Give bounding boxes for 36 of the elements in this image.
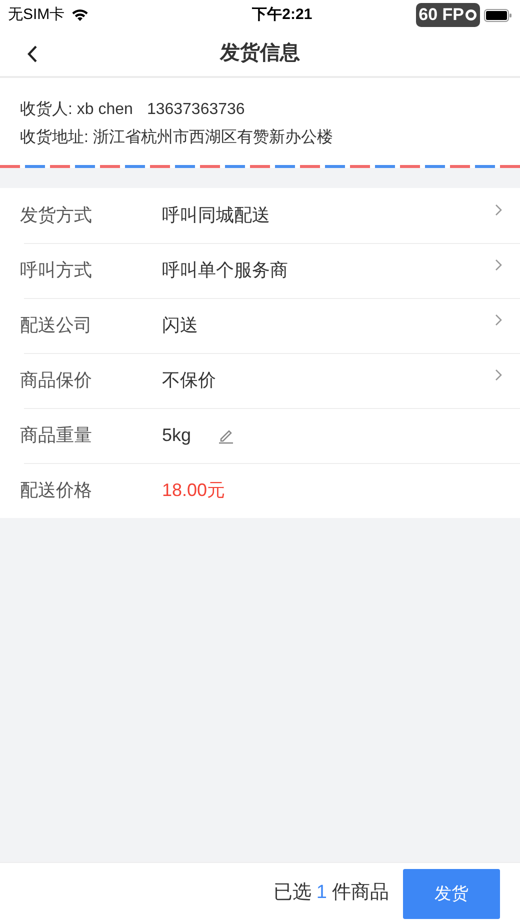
carrier-text: 无SIM卡	[8, 4, 65, 25]
camera-icon	[465, 9, 477, 21]
recipient-name: 收货人: xb chen	[20, 100, 133, 120]
select-row[interactable]: 呼叫方式 呼叫单个服务商	[0, 243, 520, 298]
chevron-icon	[495, 204, 502, 216]
recipient-phone: 13637363736	[146, 100, 245, 120]
selected-unit: 件商品	[332, 881, 389, 906]
field-label: 配送价格	[20, 479, 93, 502]
field-value: 呼叫同城配送	[162, 204, 270, 227]
chevron-icon	[495, 314, 502, 326]
recipient-address: 收货地址: 浙江省杭州市西湖区有赞新办公楼	[19, 128, 334, 148]
field-value: 闪送	[162, 314, 198, 337]
fps-badge: 60 FP	[416, 3, 480, 27]
chevron-icon	[495, 259, 502, 271]
field-value: 呼叫单个服务商	[162, 259, 288, 282]
select-row[interactable]: 发货方式 呼叫同城配送	[0, 188, 520, 243]
field-label: 商品保价	[20, 369, 93, 392]
ship-button[interactable]: 发货	[403, 868, 500, 918]
selected-label: 已选	[273, 881, 312, 906]
selected-count: 1	[316, 881, 327, 906]
battery-icon	[484, 8, 512, 22]
field-label: 发货方式	[20, 204, 93, 227]
pencil-icon	[218, 428, 234, 444]
field-label: 呼叫方式	[20, 259, 93, 282]
clock-text: 下午2:21	[252, 4, 312, 25]
wifi-icon	[70, 8, 89, 22]
select-row[interactable]: 配送公司 闪送	[0, 298, 520, 353]
page-title: 发货信息	[220, 41, 300, 66]
field-label: 商品重量	[20, 424, 93, 447]
price-value: 18.00元	[162, 479, 226, 502]
chevron-icon	[495, 369, 502, 381]
field-label: 配送公司	[20, 314, 93, 337]
select-row[interactable]: 商品保价 不保价	[0, 353, 520, 408]
field-value: 5kg	[162, 424, 192, 447]
field-value: 不保价	[162, 369, 216, 392]
back-icon	[26, 45, 38, 63]
